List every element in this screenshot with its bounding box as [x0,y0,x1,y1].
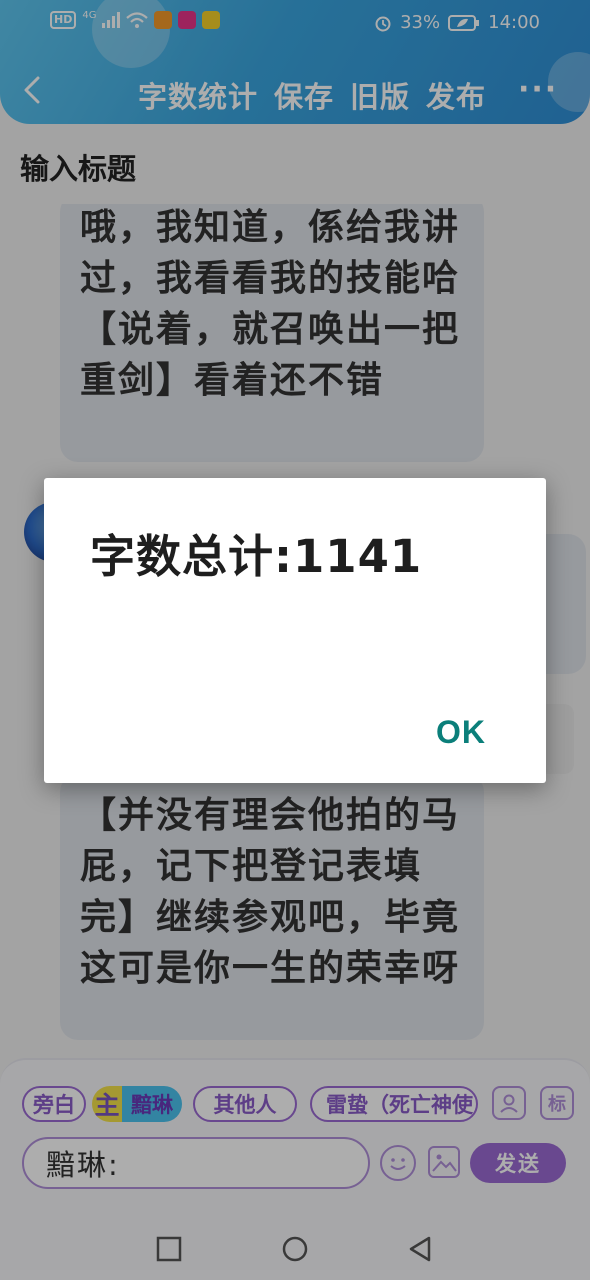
dialog-message: 字数总计:1141 [90,530,423,583]
word-count-dialog: 字数总计:1141 OK [44,478,546,783]
ok-button[interactable]: OK [436,714,486,751]
